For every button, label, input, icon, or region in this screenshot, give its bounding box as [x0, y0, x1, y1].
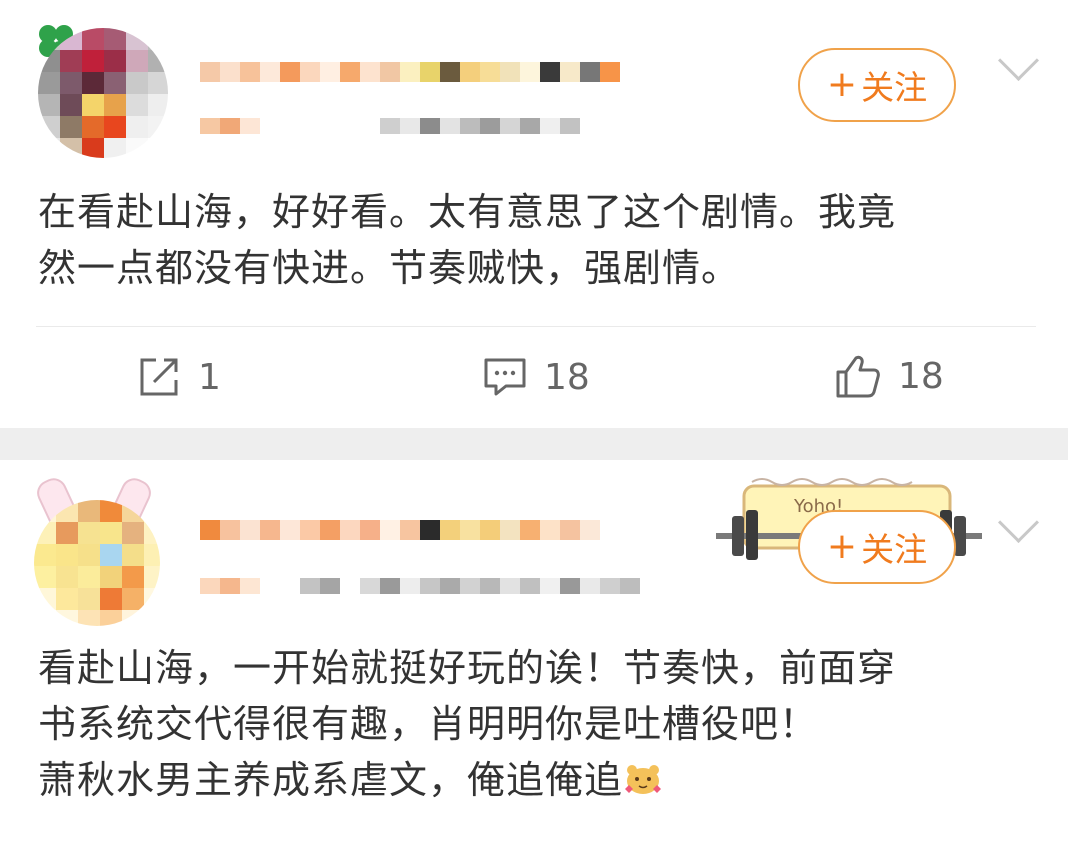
- username-blurred[interactable]: [200, 520, 600, 540]
- hamster-emoji-icon: [625, 765, 662, 794]
- divider: [36, 326, 1036, 327]
- post-meta-blurred: [200, 118, 580, 134]
- follow-label: 关注: [861, 68, 928, 107]
- plus-icon: +: [826, 64, 858, 105]
- post-meta-blurred: [200, 578, 640, 594]
- avatar[interactable]: [38, 28, 168, 158]
- post-content[interactable]: 看赴山海，一开始就挺好玩的诶！节奏快，前面穿 书系统交代得很有趣，肖明明你是吐槽…: [38, 640, 1028, 808]
- repost-count: 1: [198, 356, 221, 398]
- repost-button[interactable]: 1: [136, 354, 221, 400]
- follow-button[interactable]: + 关注: [798, 510, 956, 584]
- plus-icon: +: [826, 526, 858, 567]
- follow-button[interactable]: + 关注: [798, 48, 956, 122]
- follow-label: 关注: [861, 530, 928, 569]
- like-count: 18: [898, 355, 944, 397]
- chevron-down-icon[interactable]: [997, 39, 1040, 82]
- comment-button[interactable]: 18: [482, 354, 590, 400]
- post-content[interactable]: 在看赴山海，好好看。太有意思了这个剧情。我竟 然一点都没有快进。节奏贼快，强剧情…: [38, 184, 1028, 296]
- content-line: 萧秋水男主养成系虐文，俺追俺追: [38, 758, 624, 802]
- repost-icon: [140, 358, 178, 396]
- content-line: 看赴山海，一开始就挺好玩的诶！节奏快，前面穿: [38, 646, 897, 690]
- content-line: 在看赴山海，好好看。太有意思了这个剧情。我竟: [38, 190, 897, 234]
- content-line: 书系统交代得很有趣，肖明明你是吐槽役吧！: [38, 702, 819, 746]
- username-blurred[interactable]: [200, 62, 620, 82]
- post-separator: [0, 428, 1068, 460]
- like-icon: [836, 355, 880, 398]
- comment-icon: [484, 358, 526, 396]
- weibo-post-1: + 关注 在看赴山海，好好看。太有意思了这个剧情。我竟 然一点都没有快进。节奏贼…: [0, 0, 1068, 428]
- like-button[interactable]: 18: [834, 352, 944, 400]
- content-line: 然一点都没有快进。节奏贼快，强剧情。: [38, 246, 741, 290]
- content-line-with-emoji: 萧秋水男主养成系虐文，俺追俺追: [38, 752, 1028, 808]
- comment-count: 18: [544, 356, 590, 398]
